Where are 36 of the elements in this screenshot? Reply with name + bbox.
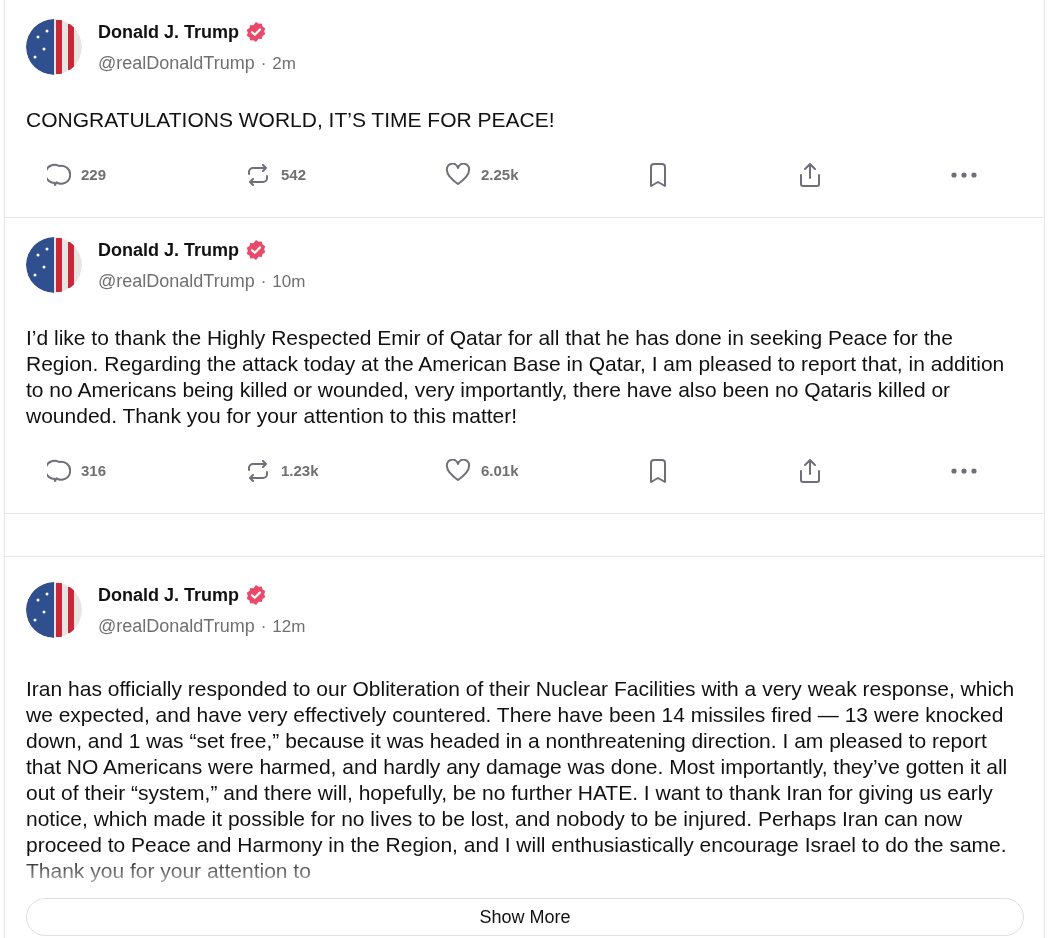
speech-bubble-icon xyxy=(47,163,71,187)
separator-dot: · xyxy=(260,53,267,75)
repost-icon xyxy=(245,163,271,187)
action-repost-button[interactable]: 542 xyxy=(224,163,424,187)
avatar[interactable] xyxy=(26,237,82,293)
action-reply-button[interactable]: 316 xyxy=(26,459,224,483)
share-icon[interactable] xyxy=(798,457,822,485)
bookmark-icon[interactable] xyxy=(648,458,668,484)
avatar[interactable] xyxy=(26,582,82,638)
speech-bubble-icon xyxy=(47,459,71,483)
show-more-button[interactable]: Show More xyxy=(26,898,1024,936)
post-text: I’d like to thank the Highly Respected Emir of Qatar for all that he has done in seeking Peace for the Region. Regarding the attack today at the American Base in Qatar, I am pleased to report that, in addition to no Americans being killed or wounded, very importantly, there have also been no Qataris killed or wounded. Thank you for your attention to this matter! xyxy=(26,325,1006,429)
avatar[interactable] xyxy=(26,19,82,75)
more-icon[interactable] xyxy=(951,468,977,474)
repost-icon xyxy=(245,459,271,483)
action-reply-button[interactable]: 229 xyxy=(26,163,224,187)
action-like-button[interactable]: 6.01k xyxy=(424,459,636,483)
more-icon[interactable] xyxy=(951,172,977,178)
post-time[interactable]: 2m xyxy=(272,51,296,77)
post-text: CONGRATULATIONS WORLD, IT’S TIME FOR PEACE! xyxy=(26,107,556,133)
separator-dot: · xyxy=(260,271,267,293)
heart-icon xyxy=(445,163,471,187)
separator-dot: · xyxy=(260,616,267,638)
post-time[interactable]: 10m xyxy=(272,269,306,295)
author-name[interactable]: Donald J. Trump xyxy=(98,18,239,46)
author-name[interactable]: Donald J. Trump xyxy=(98,236,239,264)
share-icon[interactable] xyxy=(798,161,822,189)
author-name[interactable]: Donald J. Trump xyxy=(98,581,239,609)
user-handle[interactable]: @realDonaldTrump xyxy=(98,613,255,640)
bookmark-icon[interactable] xyxy=(648,162,668,188)
heart-icon xyxy=(445,459,471,483)
user-handle[interactable]: @realDonaldTrump xyxy=(98,268,255,295)
action-repost-button[interactable]: 1.23k xyxy=(224,459,424,483)
action-like-button[interactable]: 2.25k xyxy=(424,163,636,187)
user-handle[interactable]: @realDonaldTrump xyxy=(98,50,255,77)
post-time[interactable]: 12m xyxy=(272,614,306,640)
